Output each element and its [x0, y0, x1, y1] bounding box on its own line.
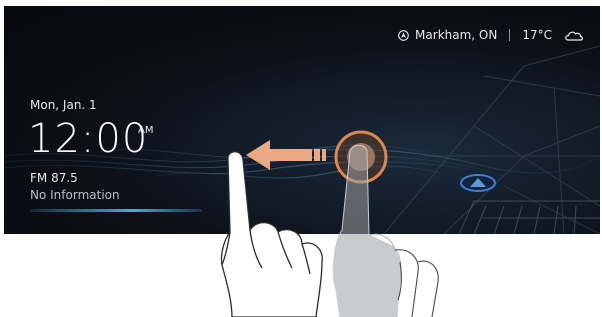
left-arrow-icon — [246, 140, 326, 170]
gesture-overlay — [220, 130, 439, 317]
hand-icon — [220, 151, 323, 317]
